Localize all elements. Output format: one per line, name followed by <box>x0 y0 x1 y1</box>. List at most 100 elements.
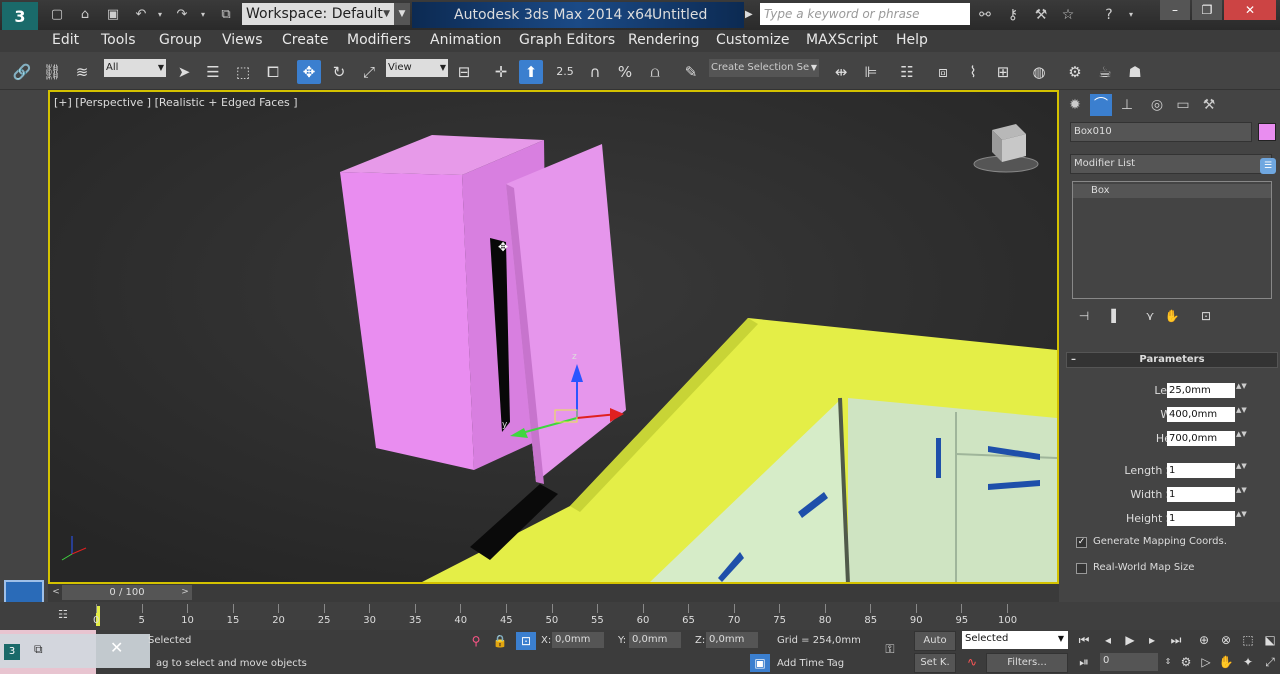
bind-space-warp-icon[interactable]: ≋ <box>70 60 94 84</box>
selection-filter-dropdown[interactable]: All ▼ <box>104 59 166 77</box>
y-coordinate-field[interactable]: 0,0mm <box>629 632 681 648</box>
key-filters-button[interactable]: Filters... <box>986 653 1068 673</box>
select-and-scale-icon[interactable]: ⤢ <box>357 60 381 84</box>
menu-rendering[interactable]: Rendering <box>628 32 700 48</box>
pan-view-icon[interactable]: ✋ <box>1216 653 1236 671</box>
remove-modifier-icon[interactable]: ✋ <box>1162 306 1182 326</box>
select-manipulate-icon[interactable]: ✛ <box>489 60 513 84</box>
param-input[interactable]: 700,0mm <box>1167 431 1235 446</box>
reference-coordinate-dropdown[interactable]: View ▼ <box>386 59 448 77</box>
orbit-icon[interactable]: ✦ <box>1238 653 1258 671</box>
project-folder-icon[interactable]: ⧉ <box>216 5 236 25</box>
add-time-tag[interactable]: Add Time Tag <box>777 658 844 669</box>
menu-maxscript[interactable]: MAXScript <box>806 32 878 48</box>
save-icon[interactable]: ▣ <box>103 5 123 25</box>
workspace-menu-button[interactable]: ▼ <box>394 3 410 25</box>
select-and-rotate-icon[interactable]: ↻ <box>327 60 351 84</box>
next-key-icon[interactable]: ▸ <box>1142 631 1162 649</box>
current-frame-field[interactable]: 0 <box>1100 653 1158 671</box>
parameters-rollout[interactable]: – Parameters <box>1066 352 1278 368</box>
align-icon[interactable]: ⊫ <box>859 60 883 84</box>
percent-snap-icon[interactable]: % <box>613 60 637 84</box>
frame-spinner-icon[interactable]: ⇕ <box>1158 653 1178 671</box>
modify-tab-icon[interactable]: ⌒ <box>1090 94 1112 116</box>
scene-explorer-icon[interactable]: ⧈ <box>931 60 955 84</box>
communication-center-icon[interactable]: ⚒ <box>1030 4 1052 26</box>
x-coordinate-field[interactable]: 0,0mm <box>552 632 604 648</box>
menu-modifiers[interactable]: Modifiers <box>347 32 411 48</box>
param-input[interactable]: 400,0mm <box>1167 407 1235 422</box>
next-frame-icon[interactable]: > <box>179 585 191 600</box>
modifier-list-scroll-icon[interactable]: ☰ <box>1260 158 1276 174</box>
window-crossing-icon[interactable]: ⧠ <box>261 60 285 84</box>
render-production-icon[interactable]: ☗ <box>1123 60 1147 84</box>
previous-frame-icon[interactable]: < <box>50 585 62 600</box>
close-icon[interactable]: ✕ <box>110 638 130 658</box>
param-spinner-icon[interactable]: ▲▼ <box>1236 407 1247 422</box>
perspective-viewport[interactable]: [+] [Perspective ] [Realistic + Edged Fa… <box>48 90 1059 584</box>
cabinet-front-right[interactable] <box>848 398 1057 582</box>
rendered-frame-window-icon[interactable]: ☕ <box>1093 60 1117 84</box>
param-spinner-icon[interactable]: ▲▼ <box>1236 511 1247 526</box>
param-spinner-icon[interactable]: ▲▼ <box>1236 383 1247 398</box>
cabinet-handle[interactable] <box>936 438 941 478</box>
menu-group[interactable]: Group <box>159 32 202 48</box>
default-tangents-icon[interactable]: ∿ <box>962 653 982 671</box>
time-slider[interactable]: 0 / 100 <box>62 585 192 600</box>
keyboard-shortcut-override-icon[interactable]: ⬆ <box>519 60 543 84</box>
maximize-viewport-icon[interactable]: ⤢ <box>1260 653 1280 671</box>
pin-stack-icon[interactable]: ⊣ <box>1074 306 1094 326</box>
maximize-button[interactable]: ❐ <box>1192 0 1222 20</box>
configure-modifier-sets-icon[interactable]: ⊡ <box>1196 306 1216 326</box>
material-editor-icon[interactable]: ◍ <box>1027 60 1051 84</box>
param-input[interactable]: 1 <box>1167 511 1235 526</box>
absolute-mode-icon[interactable]: ⊡ <box>516 632 536 650</box>
help-dropdown-icon[interactable]: ▾ <box>1120 4 1142 26</box>
set-key-icon[interactable]: ⚿ <box>878 640 902 658</box>
param-spinner-icon[interactable]: ▲▼ <box>1236 487 1247 502</box>
zoom-extents-icon[interactable]: ⬚ <box>1238 631 1258 649</box>
key-filter-dropdown[interactable]: Selected ▼ <box>962 631 1068 649</box>
search-input[interactable]: Type a keyword or phrase <box>760 3 970 25</box>
subscription-key-icon[interactable]: ⚷ <box>1002 4 1024 26</box>
rectangular-selection-icon[interactable]: ⬚ <box>231 60 255 84</box>
schematic-view-icon[interactable]: ⊞ <box>991 60 1015 84</box>
curve-editor-icon[interactable]: ⌇ <box>961 60 985 84</box>
key-mode-icon[interactable]: ⏯ <box>1074 653 1094 671</box>
menu-tools[interactable]: Tools <box>101 32 136 48</box>
select-and-move-icon[interactable]: ✥ <box>297 60 321 84</box>
isolate-selection-icon[interactable]: ⚲ <box>466 632 486 650</box>
param-input[interactable]: 25,0mm <box>1167 383 1235 398</box>
menu-animation[interactable]: Animation <box>430 32 501 48</box>
play-icon[interactable]: ▶ <box>1120 631 1140 649</box>
object-name-field[interactable]: Box010 <box>1070 122 1252 142</box>
restore-icon[interactable]: ⧉ <box>34 642 54 660</box>
select-object-icon[interactable]: ➤ <box>172 60 196 84</box>
open-file-icon[interactable]: ⌂ <box>75 5 95 25</box>
make-unique-icon[interactable]: ⋎ <box>1140 306 1160 326</box>
set-key-button[interactable]: Set K. <box>914 653 956 673</box>
close-window-button[interactable]: ✕ <box>1224 0 1276 20</box>
menu-views[interactable]: Views <box>222 32 263 48</box>
open-mini-curve-editor-icon[interactable]: ☷ <box>58 608 76 624</box>
edit-named-selection-icon[interactable]: ✎ <box>679 60 703 84</box>
param-spinner-icon[interactable]: ▲▼ <box>1236 463 1247 478</box>
zoom-icon[interactable]: ⊕ <box>1194 631 1214 649</box>
undo-dropdown-icon[interactable]: ▾ <box>150 5 170 25</box>
menu-graph-editors[interactable]: Graph Editors <box>519 32 615 48</box>
redo-dropdown-icon[interactable]: ▾ <box>193 5 213 25</box>
viewport-label[interactable]: [+] [Perspective ] [Realistic + Edged Fa… <box>54 96 298 109</box>
workspace-dropdown[interactable]: Workspace: Default ▼ <box>242 3 394 25</box>
render-setup-icon[interactable]: ⚙ <box>1063 60 1087 84</box>
pivot-center-icon[interactable]: ⊟ <box>452 60 476 84</box>
modifier-list-dropdown[interactable]: Modifier List <box>1070 154 1272 174</box>
motion-tab-icon[interactable]: ◎ <box>1146 94 1168 116</box>
link-icon[interactable]: 🔗 <box>10 60 34 84</box>
time-tag-icon[interactable]: ▣ <box>750 654 770 672</box>
menu-edit[interactable]: Edit <box>52 32 79 48</box>
z-coordinate-field[interactable]: 0,0mm <box>706 632 758 648</box>
menu-help[interactable]: Help <box>896 32 928 48</box>
create-tab-icon[interactable]: ✹ <box>1064 94 1086 116</box>
track-bar[interactable]: ☷ 0 5 10 15 20 25 30 35 40 45 50 55 60 65 70 75 80 85 90 95… <box>0 602 1280 630</box>
snaps-toggle-icon[interactable]: 2.5 <box>553 60 577 84</box>
